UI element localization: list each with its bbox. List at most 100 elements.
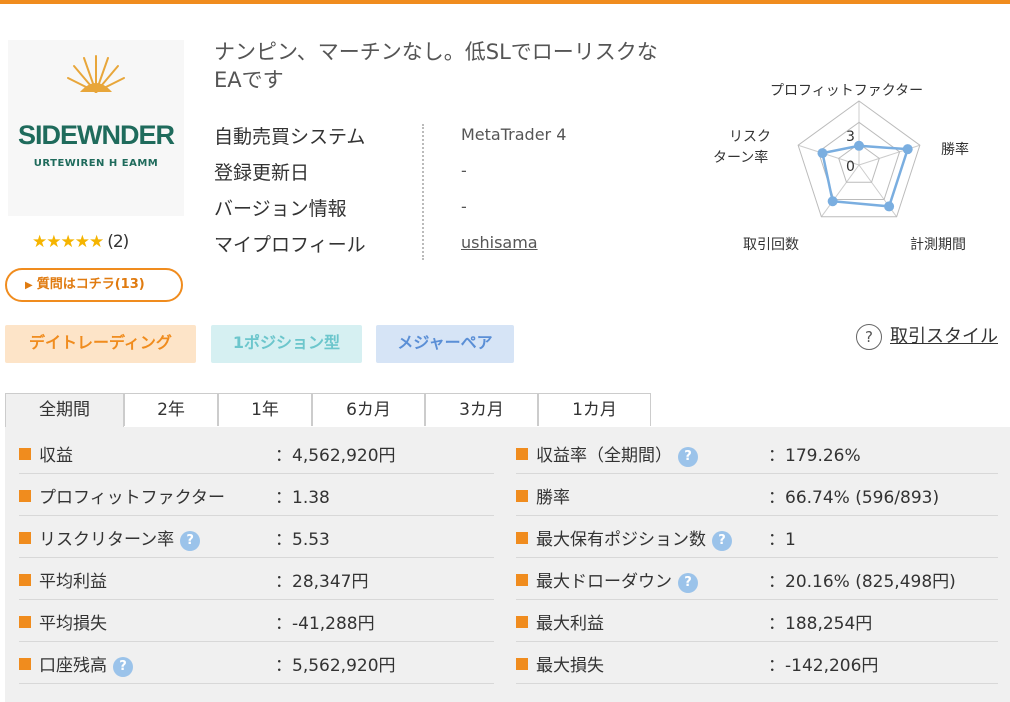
stat-value: ：1.38 — [275, 488, 330, 508]
row-divider — [19, 683, 494, 684]
stat-row: 平均損失 ：-41,288円 — [19, 601, 494, 642]
info-row-version: バージョン情報 - — [214, 194, 594, 229]
help-icon[interactable]: ? — [678, 447, 698, 467]
stat-row: プロフィットファクター ：1.38 — [19, 475, 494, 516]
bullet-square-icon — [516, 616, 528, 628]
stat-label-text: 最大保有ポジション数 — [536, 530, 706, 550]
tab-6m[interactable]: 6カ月 — [312, 393, 425, 426]
row-divider — [516, 599, 998, 600]
tab-3m[interactable]: 3カ月 — [425, 393, 538, 426]
row-divider — [19, 641, 494, 642]
tab-all-period[interactable]: 全期間 — [5, 393, 124, 428]
stat-label: 最大ドローダウン? — [536, 567, 698, 593]
bullet-square-icon — [516, 532, 528, 544]
help-icon[interactable]: ? — [180, 531, 201, 551]
stat-label: 最大保有ポジション数? — [536, 525, 732, 551]
row-divider — [516, 515, 998, 516]
info-divider — [422, 124, 424, 260]
tag-major-pair: メジャーペア — [376, 325, 514, 363]
bullet-square-icon — [19, 658, 31, 670]
stat-label-text: 収益率（全期間） — [536, 446, 672, 466]
bullet-square-icon — [19, 532, 31, 544]
stats-panel: 収益 ：4,562,920円プロフィットファクター ：1.38 リスクリターン率? ：5… — [5, 427, 1010, 702]
stat-label: 平均損失 — [39, 609, 107, 634]
stat-label: 平均利益 — [39, 567, 107, 592]
stat-row: リスクリターン率? ：5.53 — [19, 517, 494, 558]
stat-row: 最大利益 ：188,254円 — [516, 601, 998, 642]
stat-value: ：188,254円 — [768, 614, 873, 634]
stat-value: ：20.16% (825,498円) — [768, 572, 956, 592]
stat-label: 口座残高? — [39, 651, 133, 677]
question-circle-icon: ? — [856, 324, 882, 350]
bullet-square-icon — [516, 574, 528, 586]
top-accent-bar — [0, 0, 1010, 4]
stat-value: ：179.26% — [768, 446, 861, 466]
info-row-system: 自動売買システム MetaTrader 4 — [214, 122, 594, 157]
stat-label-text: 最大損失 — [536, 656, 604, 676]
trade-style-label: 取引スタイル — [890, 326, 998, 347]
tab-2y[interactable]: 2年 — [124, 393, 218, 426]
info-label: マイプロフィール — [214, 234, 366, 256]
stat-label-text: 最大利益 — [536, 614, 604, 634]
row-divider — [19, 557, 494, 558]
rating: ★★★★★ (2) — [32, 232, 129, 252]
row-divider — [516, 473, 998, 474]
question-button-label: 質問はコチラ(13) — [36, 277, 145, 292]
info-label: 登録更新日 — [214, 162, 310, 184]
row-divider — [516, 557, 998, 558]
product-logo: SIDEWNDER URTEWIREN H EAMM — [8, 40, 184, 216]
info-label: バージョン情報 — [214, 198, 347, 220]
radar-point-period — [884, 201, 895, 212]
stat-value: ：4,562,920円 — [275, 446, 396, 466]
radar-point-winrate — [902, 144, 913, 155]
radar-point-trades — [827, 196, 838, 207]
stat-label-text: 平均利益 — [39, 572, 107, 592]
radar-scale-min: 0 — [846, 159, 855, 175]
stat-row: 最大保有ポジション数? ：1 — [516, 517, 998, 558]
tab-1y[interactable]: 1年 — [218, 393, 312, 426]
tab-1m[interactable]: 1カ月 — [538, 393, 651, 426]
row-divider — [19, 599, 494, 600]
bullet-square-icon — [516, 658, 528, 670]
stat-row: 口座残高? ：5,562,920円 — [19, 643, 494, 684]
bullet-square-icon — [19, 574, 31, 586]
info-value: MetaTrader 4 — [461, 125, 567, 144]
stat-label: プロフィットファクター — [39, 483, 225, 508]
logo-name: SIDEWNDER — [17, 120, 175, 150]
info-value: - — [461, 197, 467, 216]
row-divider — [516, 683, 998, 684]
row-divider — [19, 473, 494, 474]
tag-daytrading: デイトレーディング — [5, 325, 196, 363]
stat-label: リスクリターン率? — [39, 525, 201, 551]
radar-point-pf — [854, 140, 864, 151]
profile-link[interactable]: ushisama — [461, 233, 538, 252]
bullet-square-icon — [516, 490, 528, 502]
question-button[interactable]: ▶ 質問はコチラ(13) — [5, 268, 183, 302]
help-icon[interactable]: ? — [113, 657, 133, 677]
info-value: - — [461, 161, 467, 180]
tag-one-position: 1ポジション型 — [211, 325, 362, 363]
stat-label-text: 平均損失 — [39, 614, 107, 634]
info-label: 自動売買システム — [214, 126, 366, 148]
bullet-square-icon — [516, 448, 528, 460]
bullet-square-icon — [19, 448, 31, 460]
row-divider — [516, 641, 998, 642]
stat-row: 平均利益 ：28,347円 — [19, 559, 494, 600]
rating-count: (2) — [107, 232, 129, 252]
bullet-square-icon — [19, 616, 31, 628]
stat-row: 勝率 ：66.74% (596/893) — [516, 475, 998, 516]
radar-scale-max: 3 — [846, 129, 855, 145]
stat-row: 最大損失 ：-142,206円 — [516, 643, 998, 684]
help-icon[interactable]: ? — [678, 573, 698, 593]
stat-label-text: 収益 — [39, 446, 73, 466]
trade-style-link[interactable]: ? 取引スタイル — [856, 322, 998, 350]
radar-chart: プロフィットファクター 勝率 計測期間 取引回数 リスク ターン率 3 0 — [700, 75, 1000, 265]
stat-row: 収益 ：4,562,920円 — [19, 433, 494, 474]
sun-rays-icon — [67, 55, 125, 93]
stat-row: 最大ドローダウン? ：20.16% (825,498円) — [516, 559, 998, 600]
stat-label: 勝率 — [536, 483, 570, 508]
stat-value: ：66.74% (596/893) — [768, 488, 940, 508]
logo-subtitle: URTEWIREN H EAMM — [33, 158, 159, 169]
help-icon[interactable]: ? — [712, 531, 732, 551]
stat-value: ：-41,288円 — [275, 614, 375, 634]
